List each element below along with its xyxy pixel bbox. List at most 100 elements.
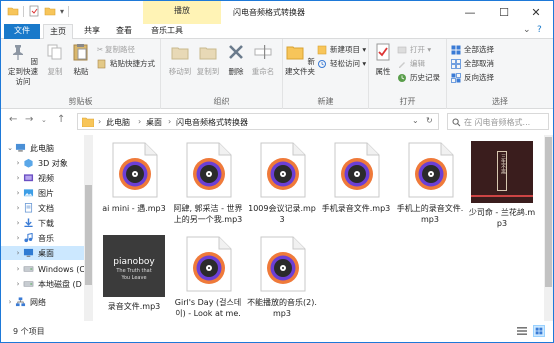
file-item[interactable]: 手机录音文件.mp3 xyxy=(321,141,391,214)
search-box[interactable]: 在 闪电音频格式... xyxy=(447,113,549,130)
edit-button[interactable]: 编辑 xyxy=(397,57,425,70)
file-name: 手机录音文件.mp3 xyxy=(321,204,391,213)
new-folder-button[interactable]: 新建文件夹 xyxy=(285,42,315,77)
file-item[interactable]: 三生不离 少司命 - 兰花鸪.mp3 xyxy=(467,141,537,229)
maximize-button[interactable]: ☐ xyxy=(487,1,521,24)
paste-shortcut-icon xyxy=(97,59,106,68)
select-all-button[interactable]: 全部选择 xyxy=(451,43,494,56)
nav-item[interactable]: › 本地磁盘 (D xyxy=(1,277,85,291)
file-thumbnail xyxy=(105,141,163,199)
nav-item[interactable]: › 文档 xyxy=(1,201,85,215)
chevron-right-icon[interactable]: › xyxy=(13,159,23,167)
chevron-right-icon[interactable]: › xyxy=(13,249,23,257)
nav-item[interactable]: › 3D 对象 xyxy=(1,156,85,170)
rename-icon xyxy=(254,45,272,59)
help-icon[interactable]: ? xyxy=(537,25,542,35)
chevron-right-icon[interactable]: › xyxy=(5,298,15,306)
tab-music-tools[interactable]: 音乐工具 xyxy=(147,24,187,39)
chevron-right-icon[interactable]: › xyxy=(13,189,23,197)
tab-home[interactable]: 主页 xyxy=(43,24,73,40)
rename-button[interactable]: 重命名 xyxy=(249,42,277,77)
nav-item[interactable]: › 音乐 xyxy=(1,231,85,245)
file-item[interactable]: ai mini - 遇.mp3 xyxy=(99,141,169,214)
audio-file-icon xyxy=(186,142,232,198)
chevron-right-icon[interactable]: › xyxy=(13,174,23,182)
new-folder-icon[interactable] xyxy=(44,5,56,17)
breadcrumb-this-pc[interactable]: 此电脑 xyxy=(106,117,130,128)
select-none-label: 全部取消 xyxy=(464,59,494,68)
file-item[interactable]: 不能播放的音乐(2).mp3 xyxy=(247,235,317,319)
content-scrollbar[interactable] xyxy=(544,135,553,321)
window-title: 闪电音频格式转换器 xyxy=(233,8,305,17)
nav-item-label: 桌面 xyxy=(38,248,54,258)
file-item[interactable]: 手机上的录音文件.mp3 xyxy=(395,141,465,225)
chevron-right-icon[interactable]: › xyxy=(13,234,23,242)
chevron-right-icon[interactable]: › xyxy=(13,265,23,273)
close-button[interactable]: ✕ xyxy=(519,1,553,24)
nav-item[interactable]: › 网络 xyxy=(1,295,85,309)
chevron-down-icon[interactable]: ⌄ xyxy=(5,144,15,152)
breadcrumb-desktop[interactable]: 桌面 xyxy=(146,117,162,128)
recent-locations-button[interactable]: ⌄ xyxy=(41,116,47,124)
properties-icon[interactable] xyxy=(28,5,40,17)
nav-item[interactable]: ⌄ 此电脑 xyxy=(1,141,85,155)
ribbon-tabs: 文件 主页 共享 查看 音乐工具 ⌄ ? xyxy=(1,24,553,40)
tab-view[interactable]: 查看 xyxy=(111,24,137,39)
file-item[interactable]: 1009会议记录.mp3 xyxy=(247,141,317,225)
chevron-right-icon[interactable]: › xyxy=(13,204,23,212)
move-to-button[interactable]: 移动到 xyxy=(167,42,193,77)
paste-shortcut-button[interactable]: 粘贴快捷方式 xyxy=(97,57,155,70)
refresh-icon[interactable]: ↻ xyxy=(426,116,433,125)
select-none-button[interactable]: 全部取消 xyxy=(451,57,494,70)
customize-quick-access-icon[interactable]: ▾ xyxy=(60,7,64,16)
back-button[interactable]: ← xyxy=(9,114,17,125)
up-button[interactable]: ↑ xyxy=(57,114,65,125)
nav-item[interactable]: › 视频 xyxy=(1,171,85,185)
group-select: 全部选择 全部取消 反向选择 选择 xyxy=(447,39,553,109)
nav-item[interactable]: › 下载 xyxy=(1,216,85,230)
invert-selection-button[interactable]: 反向选择 xyxy=(451,71,494,84)
scrollbar-thumb[interactable] xyxy=(545,137,552,287)
nav-pane-scrollbar[interactable] xyxy=(84,135,93,321)
audio-file-icon xyxy=(260,236,306,292)
tab-file[interactable]: 文件 xyxy=(4,24,40,39)
move-to-icon xyxy=(171,47,189,60)
contextual-tab-play[interactable]: 播放 xyxy=(143,1,221,24)
audio-file-icon xyxy=(186,236,232,292)
copy-button[interactable]: 复制 xyxy=(43,42,67,77)
copy-to-button[interactable]: 复制到 xyxy=(195,42,221,77)
nav-item[interactable]: › 图片 xyxy=(1,186,85,200)
breadcrumb-current[interactable]: 闪电音频格式转换器 xyxy=(176,117,248,128)
properties-button[interactable]: 属性 xyxy=(371,42,395,77)
delete-button[interactable]: 删除 xyxy=(225,42,247,77)
file-name: 手机上的录音文件.mp3 xyxy=(396,204,464,224)
address-dropdown-icon[interactable]: ⌄ xyxy=(412,116,419,125)
cut-button[interactable]: ✂ xyxy=(97,43,103,56)
folder-icon[interactable] xyxy=(7,5,19,17)
copy-to-label: 复制到 xyxy=(196,67,220,76)
nav-item[interactable]: › 桌面 xyxy=(1,246,85,260)
breadcrumb-separator: › xyxy=(98,117,102,126)
details-view-icon[interactable] xyxy=(517,326,527,336)
file-thumbnail: 三生不离 xyxy=(471,141,533,203)
chevron-right-icon[interactable]: › xyxy=(13,280,23,288)
easy-access-button[interactable]: 轻松访问 ▾ xyxy=(317,57,366,70)
history-button[interactable]: 历史记录 xyxy=(397,71,440,84)
nav-item[interactable]: › Windows (C xyxy=(1,262,85,276)
scrollbar-thumb[interactable] xyxy=(85,185,92,285)
paste-button[interactable]: 粘贴 xyxy=(69,42,93,77)
file-item[interactable]: 阿肆, 郭采洁 - 世界上的另一个我.mp3 xyxy=(173,141,243,225)
collapse-ribbon-icon[interactable]: ⌄ xyxy=(523,25,531,35)
forward-button[interactable]: → xyxy=(25,114,33,125)
file-item[interactable]: pianoboy The Truth that You Leave 录音文件.mp3 xyxy=(99,235,169,312)
minimize-button[interactable]: — xyxy=(453,1,487,24)
large-icons-view-icon[interactable] xyxy=(533,325,545,337)
address-bar[interactable]: › 此电脑 › 桌面 › 闪电音频格式转换器 ⌄ ↻ xyxy=(77,113,439,130)
pin-quick-access-button[interactable]: 固定到快速访问 xyxy=(5,42,41,87)
tab-share[interactable]: 共享 xyxy=(79,24,105,39)
file-item[interactable]: Girl's Day (걸스데이) - Look at me.mp3 xyxy=(173,235,243,330)
new-item-button[interactable]: 新建项目 ▾ xyxy=(317,43,366,56)
chevron-right-icon[interactable]: › xyxy=(13,219,23,227)
open-button[interactable]: 打开 ▾ xyxy=(397,43,431,56)
copy-path-button[interactable]: 复制路径 xyxy=(105,43,135,56)
